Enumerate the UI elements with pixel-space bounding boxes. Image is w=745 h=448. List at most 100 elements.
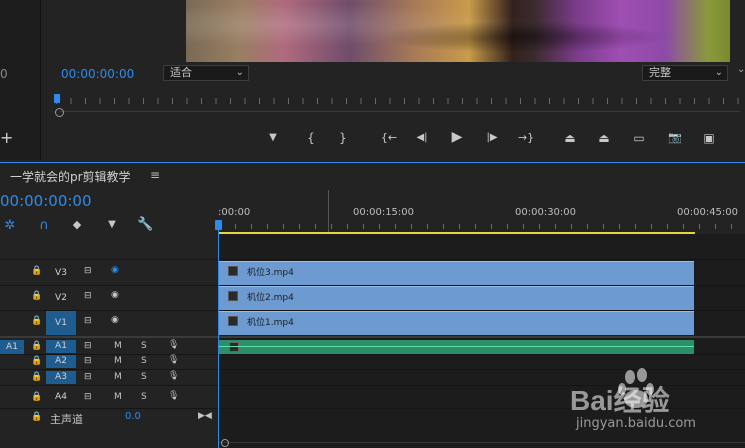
row-divider xyxy=(0,354,745,355)
sync-lock-icon[interactable]: ⊟ xyxy=(84,291,92,301)
clip-name: 机位1.mp4 xyxy=(247,318,294,328)
track-target-v1[interactable]: V1 xyxy=(46,311,76,335)
sync-lock-icon[interactable]: ⊟ xyxy=(84,356,92,366)
fx-badge-icon xyxy=(229,342,239,352)
sync-lock-icon[interactable]: ⊟ xyxy=(84,266,92,276)
zoom-scrollbar-track[interactable] xyxy=(60,111,740,112)
mark-out-button[interactable]: } xyxy=(334,130,352,146)
timeline-zoom-scrollbar[interactable] xyxy=(219,442,745,443)
eye-hidden-icon[interactable]: ◉ xyxy=(111,265,119,275)
chevron-down-icon: ⌄ xyxy=(235,67,244,78)
mute-button[interactable]: M xyxy=(114,372,122,382)
sync-lock-icon[interactable]: ⊟ xyxy=(84,392,92,402)
add-marker-icon[interactable]: ▼ xyxy=(104,219,120,230)
video-clip-v1[interactable]: 机位1.mp4 xyxy=(219,311,694,335)
track-target-a1[interactable]: A1 xyxy=(46,340,76,353)
ruler-label: 00:00:45:00 xyxy=(677,207,739,218)
timeline-zoom-handle[interactable] xyxy=(221,439,229,447)
solo-button[interactable]: S xyxy=(141,392,147,402)
lock-icon[interactable]: 🔒 xyxy=(31,291,42,301)
fx-badge-icon xyxy=(228,266,238,276)
nest-sequence-icon[interactable]: ✲ xyxy=(2,218,18,233)
lock-icon[interactable]: 🔒 xyxy=(31,392,42,402)
wrench-icon[interactable]: 🔧 xyxy=(137,217,153,232)
row-divider xyxy=(0,259,745,260)
lock-icon[interactable]: 🔒 xyxy=(31,266,42,276)
track-target-a2[interactable]: A2 xyxy=(46,355,76,368)
track-target-a3[interactable]: A3 xyxy=(46,371,76,384)
fx-badge-icon xyxy=(228,291,238,301)
ruler-hover-line xyxy=(328,190,329,232)
microphone-icon[interactable]: 🎙 xyxy=(168,355,179,365)
track-target-v2[interactable]: V2 xyxy=(47,289,75,307)
solo-button[interactable]: S xyxy=(141,372,147,382)
mute-button[interactable]: M xyxy=(114,341,122,351)
video-clip-v2[interactable]: 机位2.mp4 xyxy=(219,286,694,310)
timeline-playhead-handle[interactable] xyxy=(215,220,222,230)
ruler-label: 00:00:30:00 xyxy=(515,207,577,218)
export-frame-button[interactable]: 📷 xyxy=(666,130,684,146)
microphone-icon[interactable]: 🎙 xyxy=(168,340,179,350)
play-button[interactable]: ▶ xyxy=(448,129,466,145)
button-editor-button[interactable]: ▣ xyxy=(700,130,718,146)
program-time-ruler[interactable] xyxy=(56,98,741,104)
timeline-panel-focus-border xyxy=(0,162,745,163)
sync-lock-icon[interactable]: ⊟ xyxy=(84,372,92,382)
lift-button[interactable]: ⏏ xyxy=(561,130,579,146)
mark-in-button[interactable]: { xyxy=(302,130,320,146)
panel-menu-icon[interactable]: ≡ xyxy=(150,168,160,182)
watermark-url: jingyan.baidu.com xyxy=(576,416,696,431)
track-target-v3[interactable]: V3 xyxy=(47,264,75,282)
zoom-scrollbar-handle[interactable] xyxy=(55,108,64,117)
panel-divider[interactable] xyxy=(40,0,41,160)
go-to-in-button[interactable]: {← xyxy=(378,130,400,146)
solo-button[interactable]: S xyxy=(141,356,147,366)
source-patch-a1[interactable]: A1 xyxy=(0,340,24,354)
program-video-frame xyxy=(186,0,730,62)
master-volume-value[interactable]: 0.0 xyxy=(125,411,141,422)
video-clip-v3[interactable]: 机位3.mp4 xyxy=(219,261,694,285)
wrench-settings-icon[interactable]: ⌄ xyxy=(737,64,745,75)
lock-icon[interactable]: 🔒 xyxy=(31,356,42,366)
add-icon[interactable]: + xyxy=(0,128,13,147)
step-back-button[interactable]: ◀| xyxy=(413,130,431,146)
quality-dropdown[interactable]: 完整 ⌄ xyxy=(642,65,728,81)
lock-icon[interactable]: 🔒 xyxy=(31,341,42,351)
timeline-ruler-ticks xyxy=(219,224,745,229)
step-forward-button[interactable]: |▶ xyxy=(483,130,501,146)
microphone-icon[interactable]: 🎙 xyxy=(168,391,179,401)
track-target-a4[interactable]: A4 xyxy=(47,390,75,404)
linked-selection-icon[interactable]: ◆ xyxy=(69,218,85,231)
source-timecode-fragment: 0 xyxy=(0,67,8,81)
go-to-end-icon[interactable]: ▶◀ xyxy=(198,411,212,421)
audio-waveform xyxy=(219,346,694,347)
add-marker-button[interactable]: ▼ xyxy=(264,130,282,146)
chevron-down-icon: ⌄ xyxy=(714,67,723,78)
fit-dropdown[interactable]: 适合 ⌄ xyxy=(163,65,249,81)
lock-icon[interactable]: 🔒 xyxy=(31,372,42,382)
sync-lock-icon[interactable]: ⊟ xyxy=(84,341,92,351)
lock-icon: 🔒 xyxy=(31,412,43,422)
eye-icon[interactable]: ◉ xyxy=(111,315,119,325)
eye-icon[interactable]: ◉ xyxy=(111,290,119,300)
extract-button[interactable]: ⏏ xyxy=(595,130,613,146)
go-to-out-button[interactable]: →} xyxy=(515,130,537,146)
ruler-label: 00:00:15:00 xyxy=(353,207,415,218)
ruler-label: :00:00 xyxy=(218,207,251,218)
snap-icon[interactable]: ∩ xyxy=(36,218,52,233)
audio-clip-a1[interactable] xyxy=(219,340,694,354)
mute-button[interactable]: M xyxy=(114,356,122,366)
solo-button[interactable]: S xyxy=(141,341,147,351)
timeline-timecode[interactable]: 00:00:00:00 xyxy=(0,192,92,210)
mute-button[interactable]: M xyxy=(114,392,122,402)
sync-lock-icon[interactable]: ⊟ xyxy=(84,316,92,326)
comparison-view-button[interactable]: ▭ xyxy=(630,130,648,146)
lock-icon[interactable]: 🔒 xyxy=(31,316,42,326)
timeline-playhead-line[interactable] xyxy=(218,220,219,448)
microphone-icon[interactable]: 🎙 xyxy=(168,371,179,381)
program-playhead[interactable] xyxy=(54,94,60,103)
baidu-jingyan-watermark: Bai经验 jingyan.baidu.com xyxy=(568,365,738,439)
sequence-tab[interactable]: 一学就会的pr剪辑教学 xyxy=(10,168,131,185)
watermark-brand: Bai经验 xyxy=(570,385,670,416)
program-timecode[interactable]: 00:00:00:00 xyxy=(61,67,134,81)
